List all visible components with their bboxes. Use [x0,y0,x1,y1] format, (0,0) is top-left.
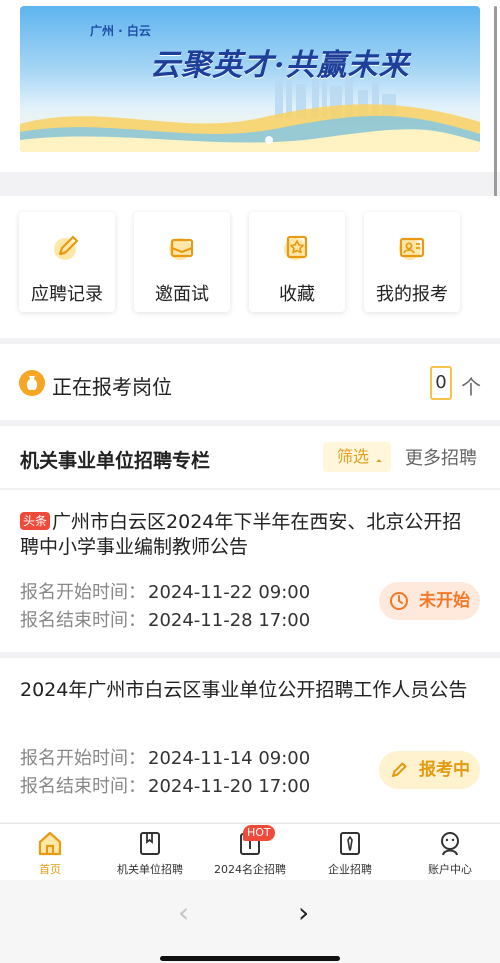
tab-company-recruitment[interactable]: 企业招聘 [300,824,400,881]
browser-toolbar: ‹ › [0,880,500,963]
vase-icon [19,370,45,396]
start-time-label: 报名开始时间： [20,582,146,603]
scrollbar[interactable] [494,6,497,212]
card-title-text: 广州市白云区2024年下半年在西安、北京公开招聘中小学事业编制教师公告 [20,511,462,558]
applying-positions-count: 0 [430,366,452,400]
quick-action-favorites[interactable]: 收藏 [249,212,345,312]
status-badge-applying: 报考中 [379,751,480,789]
tab-label: 首页 [39,863,61,876]
card-title: 2024年广州市白云区事业单位公开招聘工作人员公告 [20,678,480,703]
end-time-label: 报名结束时间： [20,776,146,797]
filter-label: 筛选 [337,447,370,466]
tie-icon [340,832,360,855]
applying-positions-unit: 个 [461,375,481,399]
tab-home[interactable]: 首页 [0,824,100,881]
quick-actions: 应聘记录 邀面试 收藏 我的报考 [0,196,500,338]
applying-positions-bar[interactable]: 正在报考岗位 0 个 [0,344,500,420]
column-title: 机关事业单位招聘专栏 [20,450,211,472]
card-title-text: 2024年广州市白云区事业单位公开招聘工作人员公告 [20,679,468,701]
quick-action-label: 邀面试 [155,284,209,305]
back-arrow-icon[interactable]: ‹ [178,896,189,929]
status-badge-not-started: 未开始 [379,582,480,620]
card-end-time: 报名结束时间： 2024-11-28 17:00 [20,606,310,632]
id-card-icon [399,237,425,260]
quick-action-label: 收藏 [279,284,315,305]
end-time-value: 2024-11-28 17:00 [148,610,311,631]
tab-account-center[interactable]: 账户中心 [400,824,500,881]
recruitment-card[interactable]: 2024年广州市白云区事业单位公开招聘工作人员公告 报名开始时间： 2024-11… [0,658,500,822]
recruitment-card[interactable]: 头条 广州市白云区2024年下半年在西安、北京公开招聘中小学事业编制教师公告 报名… [0,490,500,652]
card-start-time: 报名开始时间： 2024-11-22 09:00 [20,578,310,604]
tab-government-recruitment[interactable]: 机关单位招聘 [100,824,200,881]
carousel-indicator [265,136,273,144]
filter-corner-icon [376,459,382,465]
start-time-label: 报名开始时间： [20,748,146,769]
book-icon [140,832,160,855]
star-box-icon [284,235,308,260]
start-time-value: 2024-11-14 09:00 [148,748,311,769]
quick-action-interview-invites[interactable]: 邀面试 [134,212,230,312]
banner-slogan: 云聚英才·共赢未来 [150,48,410,83]
clock-icon [390,592,408,610]
card-start-time: 报名开始时间： 2024-11-14 09:00 [20,744,310,770]
card-end-time: 报名结束时间： 2024-11-20 17:00 [20,772,310,798]
status-label: 未开始 [419,591,470,611]
headline-badge: 头条 [20,512,51,530]
home-icon [38,831,62,856]
quick-action-label: 我的报考 [376,284,448,305]
banner-location-tag: 广州 · 白云 [90,24,151,38]
user-icon [441,832,459,856]
end-time-label: 报名结束时间： [20,610,146,631]
quick-action-application-records[interactable]: 应聘记录 [19,212,115,312]
tab-label: 2024名企招聘 [214,863,286,876]
end-time-value: 2024-11-20 17:00 [148,776,311,797]
pencil-icon [54,235,79,260]
envelope-icon [169,238,194,260]
home-indicator[interactable] [160,956,340,961]
tab-label: 企业招聘 [328,863,372,876]
tab-label: 机关单位招聘 [117,863,183,876]
card-title: 头条 广州市白云区2024年下半年在西安、北京公开招聘中小学事业编制教师公告 [20,510,480,560]
filter-button[interactable]: 筛选 [323,442,391,472]
tab-label: 账户中心 [428,863,472,876]
applying-positions-title: 正在报考岗位 [52,375,172,399]
recruitment-column-header: 机关事业单位招聘专栏 筛选 更多招聘 [0,426,500,488]
quick-action-label: 应聘记录 [31,284,103,305]
status-label: 报考中 [419,760,470,780]
pencil-icon [392,762,407,777]
quick-action-my-applications[interactable]: 我的报考 [364,212,460,312]
banner-carousel[interactable]: 广州 · 白云 云聚英才·共赢未来 [20,6,480,152]
more-recruitment-link[interactable]: 更多招聘 [405,444,477,470]
forward-arrow-icon[interactable]: › [298,896,309,929]
start-time-value: 2024-11-22 09:00 [148,582,311,603]
hot-badge: HOT [243,825,275,841]
banner-section: 广州 · 白云 云聚英才·共赢未来 [0,0,500,172]
